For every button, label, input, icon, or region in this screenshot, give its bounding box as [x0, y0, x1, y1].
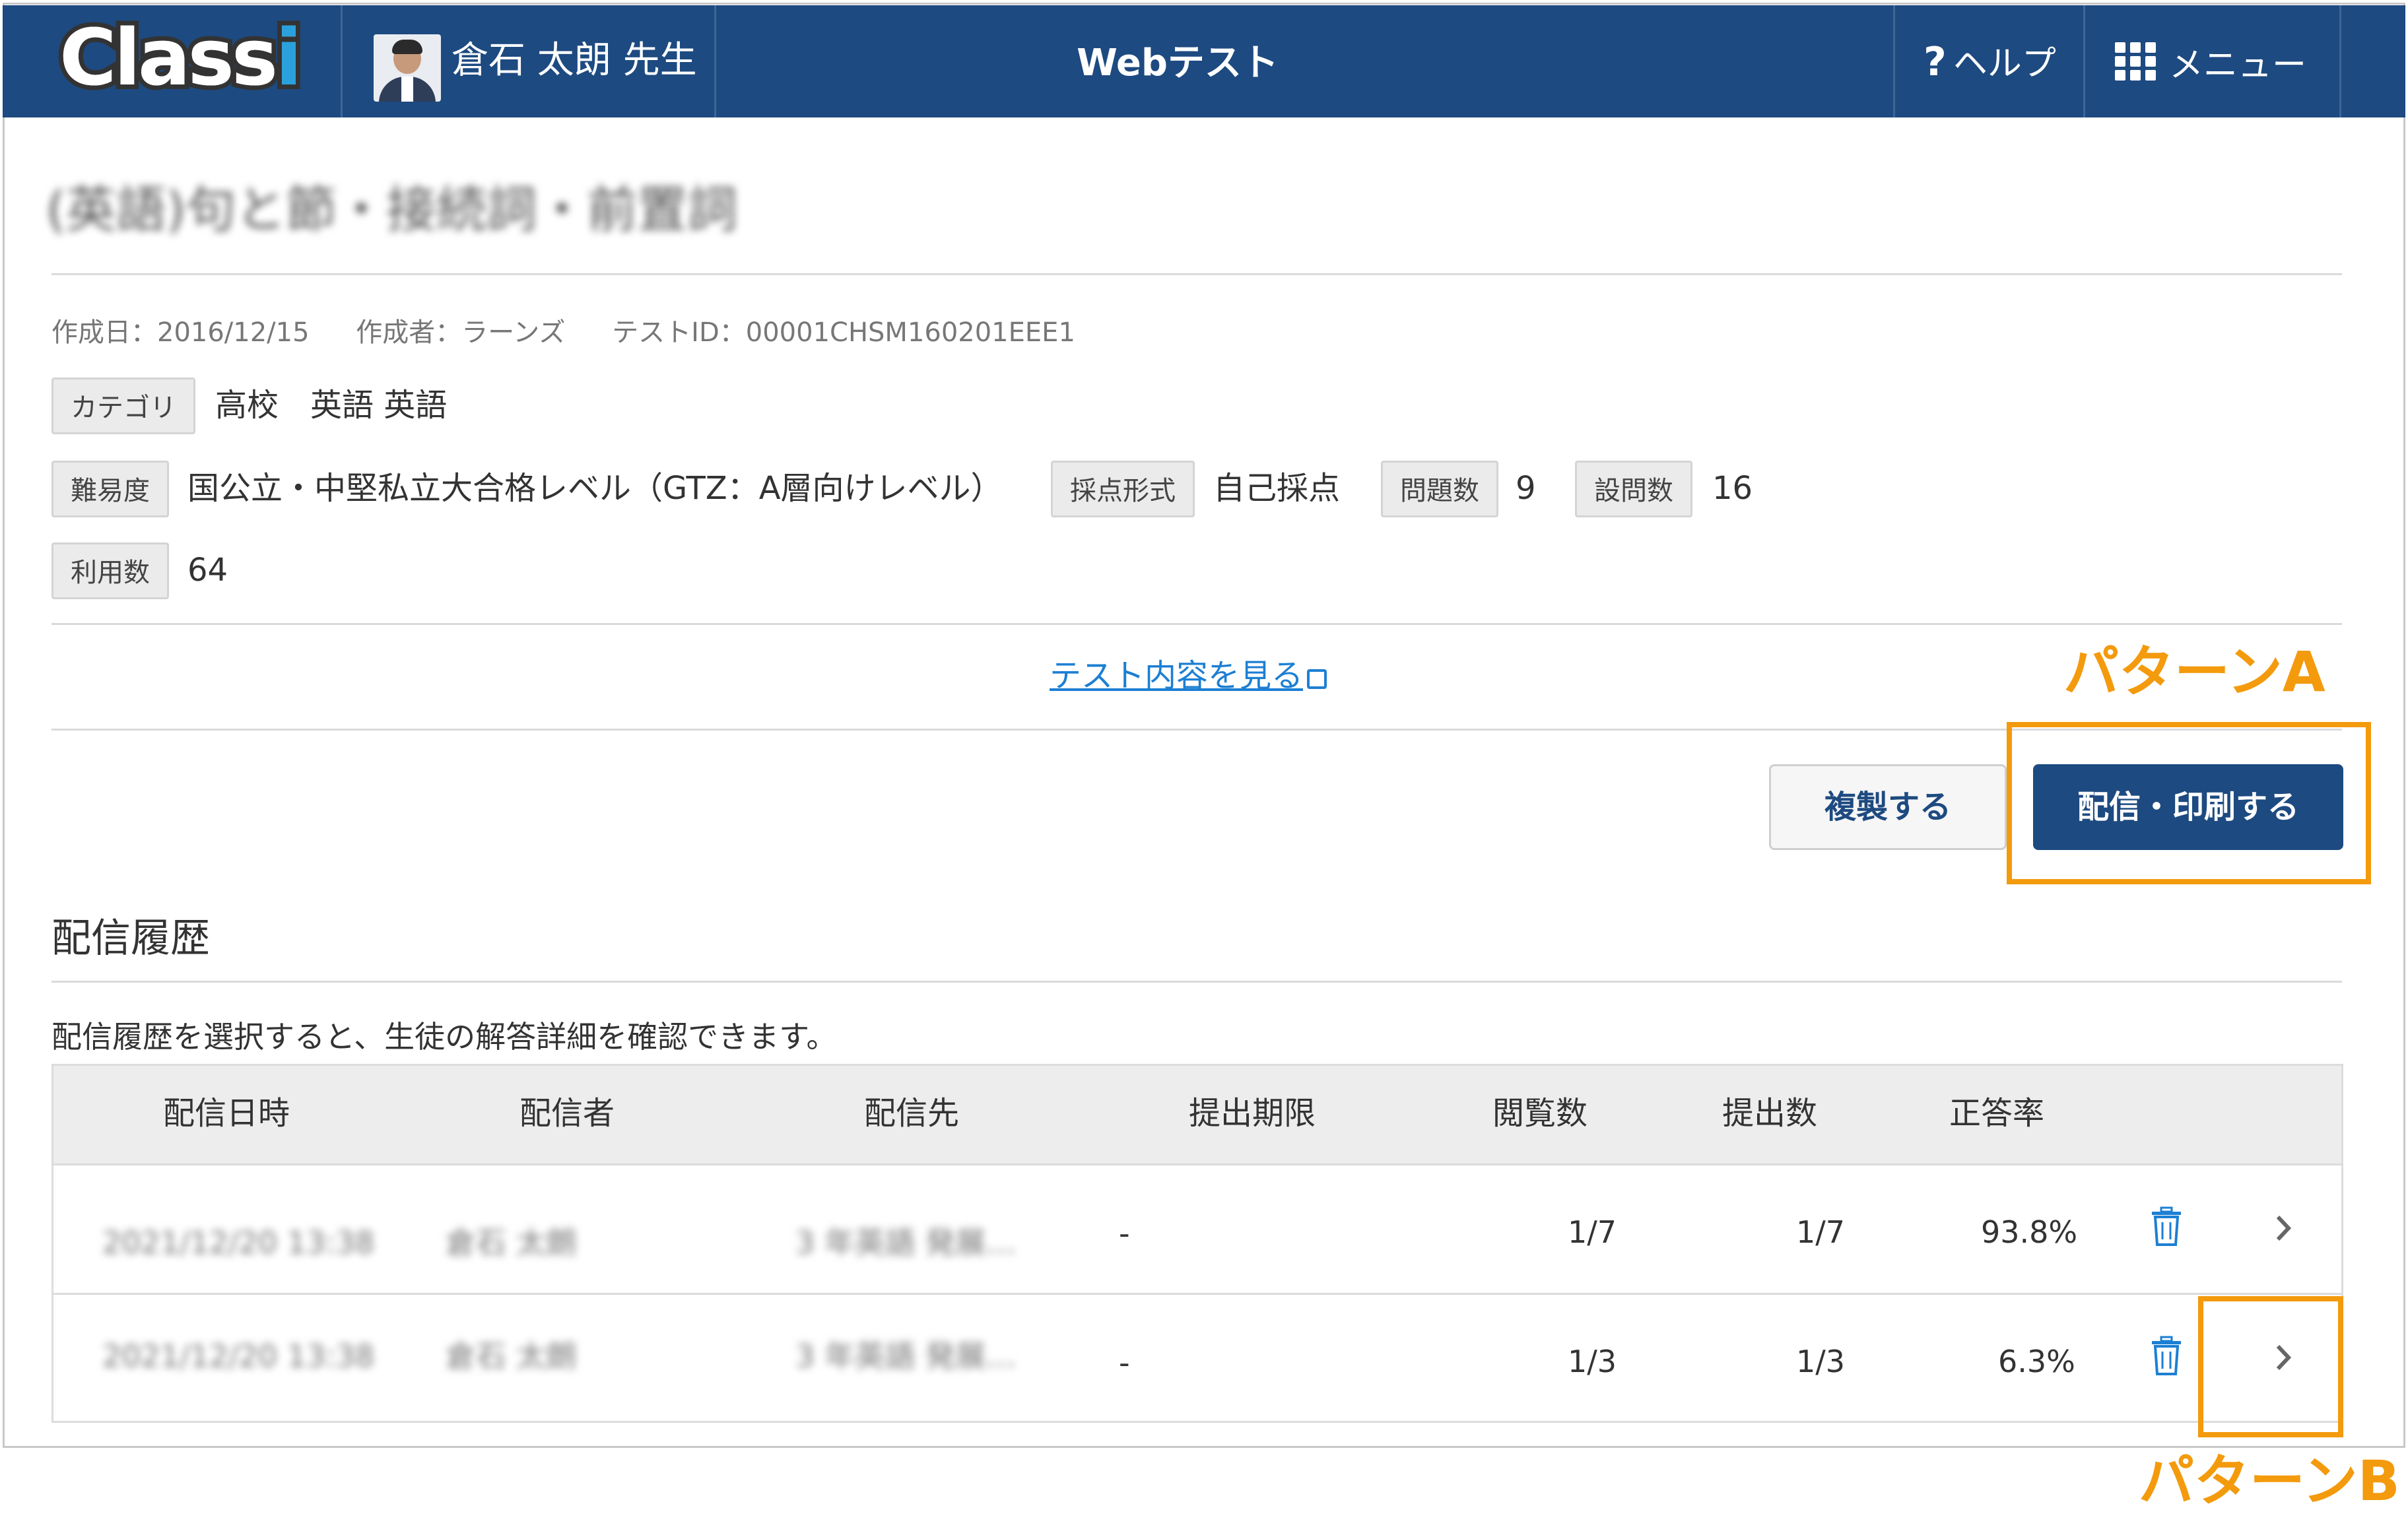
col-views: 閲覧数 — [1492, 1095, 1588, 1132]
view-test-content-link[interactable]: テスト内容を見る — [1050, 660, 1327, 692]
items-tag: 設問数 — [1575, 461, 1692, 517]
row-sender: 倉石 太朗 — [446, 1225, 577, 1261]
help-icon: ? — [1923, 39, 1947, 85]
col-sender: 配信者 — [519, 1095, 615, 1132]
col-destination: 配信先 — [864, 1095, 960, 1132]
pattern-a-highlight — [2007, 722, 2371, 884]
creator: 作成者：ラーンズ — [356, 317, 566, 348]
row-sender: 倉石 太朗 — [446, 1338, 577, 1374]
table-row[interactable]: 2021/12/20 13:38 倉石 太朗 3 年英語 発展… - 1/3 1… — [53, 1293, 2341, 1422]
col-datetime: 配信日時 — [163, 1095, 290, 1132]
col-submissions: 提出数 — [1722, 1095, 1818, 1132]
usage-value: 64 — [187, 552, 228, 589]
trash-icon[interactable] — [2150, 1206, 2183, 1246]
category-value: 高校 英語 英語 — [215, 387, 448, 424]
col-accuracy: 正答率 — [1949, 1095, 2045, 1132]
row-views: 1/7 — [1568, 1214, 1617, 1250]
grading-value: 自己採点 — [1213, 470, 1341, 507]
classi-logo[interactable]: Classi — [55, 14, 307, 101]
category-tag: カテゴリ — [51, 377, 195, 434]
chevron-right-icon[interactable] — [2270, 1212, 2296, 1245]
trash-icon[interactable] — [2150, 1336, 2183, 1375]
row-datetime: 2021/12/20 13:38 — [102, 1338, 375, 1374]
divider — [51, 981, 2342, 983]
row-deadline: - — [1119, 1216, 1130, 1251]
external-window-icon — [1307, 669, 1327, 689]
difficulty-tag: 難易度 — [51, 461, 169, 517]
row-deadline: - — [1119, 1345, 1130, 1381]
header-divider — [341, 5, 343, 117]
row-submissions: 1/7 — [1796, 1214, 1846, 1250]
header-divider — [1893, 5, 1895, 117]
avatar — [374, 34, 441, 102]
row-accuracy: 93.8% — [1981, 1214, 2078, 1250]
header-divider — [2339, 5, 2341, 117]
pattern-b-highlight — [2198, 1296, 2343, 1437]
pattern-b-label: パターンB — [2139, 1449, 2400, 1513]
created-date: 作成日：2016/12/15 — [51, 317, 310, 348]
row-accuracy: 6.3% — [1998, 1344, 2075, 1379]
divider — [51, 729, 2342, 731]
row-datetime: 2021/12/20 13:38 — [102, 1225, 375, 1261]
help-label: ヘルプ — [1953, 44, 2056, 84]
divider — [51, 623, 2342, 625]
history-section-title: 配信履歴 — [51, 915, 210, 962]
help-button[interactable]: ? ヘルプ — [1923, 42, 2056, 82]
grading-tag: 採点形式 — [1051, 461, 1195, 517]
test-meta: 作成日：2016/12/15 作成者：ラーンズ テストID：00001CHSM1… — [51, 319, 1114, 346]
pattern-a-label: パターンA — [2063, 639, 2325, 704]
menu-label: メニュー — [2169, 46, 2307, 85]
table-header: 配信日時 配信者 配信先 提出期限 閲覧数 提出数 正答率 — [53, 1066, 2341, 1163]
table-row[interactable]: 2021/12/20 13:38 倉石 太朗 3 年英語 発展… - 1/7 1… — [53, 1163, 2341, 1293]
test-id: テストID：00001CHSM160201EEE1 — [612, 317, 1075, 348]
col-deadline: 提出期限 — [1189, 1095, 1316, 1132]
app-header: Classi 倉石 太朗 先生 Webテスト ? ヘルプ メニュー — [3, 5, 2405, 117]
usage-tag: 利用数 — [51, 542, 169, 599]
row-views: 1/3 — [1568, 1344, 1617, 1379]
menu-button[interactable]: メニュー — [2115, 42, 2306, 82]
row-destination: 3 年英語 発展… — [795, 1225, 1017, 1261]
header-divider — [714, 5, 716, 117]
row-submissions: 1/3 — [1796, 1344, 1846, 1379]
questions-tag: 問題数 — [1381, 461, 1498, 517]
items-value: 16 — [1712, 470, 1753, 507]
copy-button[interactable]: 複製する — [1769, 764, 2007, 850]
grid-menu-icon — [2115, 42, 2157, 81]
test-title: (英語)句と節・接続詞・前置詞 — [46, 180, 738, 239]
page-title: Webテスト — [1077, 42, 1279, 84]
history-note: 配信履歴を選択すると、生徒の解答詳細を確認できます。 — [51, 1019, 837, 1055]
header-divider — [2083, 5, 2085, 117]
row-destination: 3 年英語 発展… — [795, 1338, 1017, 1374]
history-table: 配信日時 配信者 配信先 提出期限 閲覧数 提出数 正答率 2021/12/20… — [51, 1064, 2343, 1423]
difficulty-value: 国公立・中堅私立大合格レベル（GTZ：A層向けレベル） — [187, 470, 1003, 507]
teacher-name[interactable]: 倉石 太朗 先生 — [452, 42, 697, 79]
questions-value: 9 — [1516, 470, 1536, 507]
divider — [51, 273, 2342, 275]
